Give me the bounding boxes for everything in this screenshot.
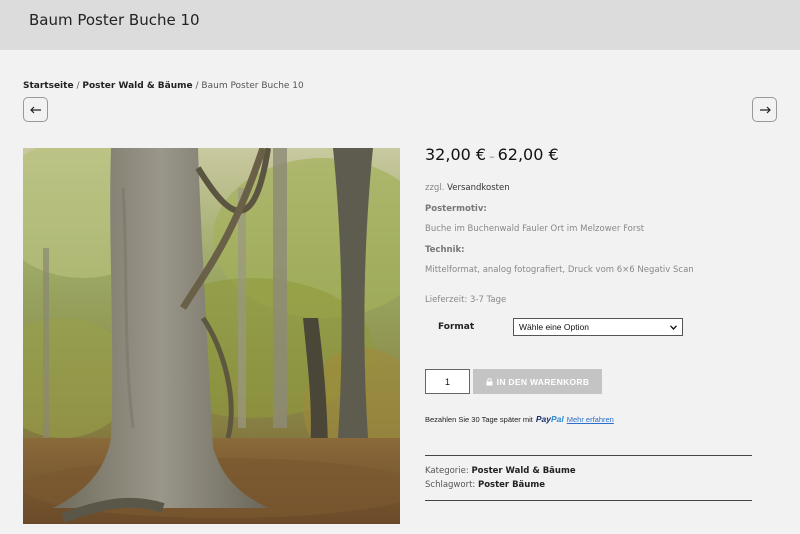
shipping-prefix: zzgl. (425, 183, 445, 193)
divider (425, 500, 752, 501)
price-max: 62,00 € (497, 145, 559, 164)
page-title: Baum Poster Buche 10 (29, 11, 200, 29)
paylater-text: Bezahlen Sie 30 Tage später mit (425, 414, 533, 424)
product-category: Kategorie: Poster Wald & Bäume (425, 466, 576, 476)
breadcrumb-category[interactable]: Poster Wald & Bäume (82, 81, 192, 91)
previous-product-button[interactable] (23, 97, 48, 122)
header-bar: Baum Poster Buche 10 (0, 0, 800, 50)
beech-forest-photo (23, 148, 400, 524)
motiv-label: Postermotiv: (425, 204, 487, 214)
tag-link[interactable]: Poster Bäume (478, 480, 545, 490)
product-tag: Schlagwort: Poster Bäume (425, 480, 545, 490)
tag-label: Schlagwort: (425, 480, 476, 490)
add-to-cart-label: IN DEN WARENKORB (496, 376, 590, 387)
delivery-time: Lieferzeit: 3-7 Tage (425, 295, 507, 305)
arrow-right-icon (759, 106, 771, 113)
add-to-cart-button[interactable]: IN DEN WARENKORB (473, 369, 602, 394)
format-select[interactable]: Wähle eine Option (513, 318, 683, 336)
motiv-value: Buche im Buchenwald Fauler Ort im Melzow… (425, 224, 645, 234)
shipping-note: zzgl. Versandkosten (425, 183, 510, 193)
price-dash: – (489, 150, 495, 163)
arrow-left-icon (29, 106, 41, 113)
price-min: 32,00 € (425, 145, 487, 164)
category-link[interactable]: Poster Wald & Bäume (471, 466, 575, 476)
paylater-learn-more-link[interactable]: Mehr erfahren (567, 415, 614, 424)
format-selected-value: Wähle eine Option (519, 322, 589, 332)
format-label: Format (438, 322, 475, 332)
breadcrumb-separator: / (76, 81, 80, 91)
quantity-input[interactable] (425, 369, 470, 394)
technik-value: Mittelformat, analog fotografiert, Druck… (425, 265, 694, 275)
breadcrumb-separator: / (195, 81, 199, 91)
breadcrumb: Startseite / Poster Wald & Bäume / Baum … (23, 81, 304, 91)
chevron-down-icon (670, 324, 677, 330)
product-image[interactable] (23, 148, 400, 524)
price-range: 32,00 € –62,00 € (425, 145, 559, 164)
divider (425, 455, 752, 456)
paylater-message: Bezahlen Sie 30 Tage später mit PayPal M… (425, 414, 614, 424)
technik-label: Technik: (425, 245, 465, 255)
category-label: Kategorie: (425, 466, 469, 476)
shipping-link[interactable]: Versandkosten (447, 183, 510, 193)
paypal-logo: PayPal (535, 414, 564, 424)
breadcrumb-home[interactable]: Startseite (23, 81, 74, 91)
next-product-button[interactable] (752, 97, 777, 122)
lock-icon (486, 377, 493, 385)
breadcrumb-current: Baum Poster Buche 10 (201, 81, 304, 91)
